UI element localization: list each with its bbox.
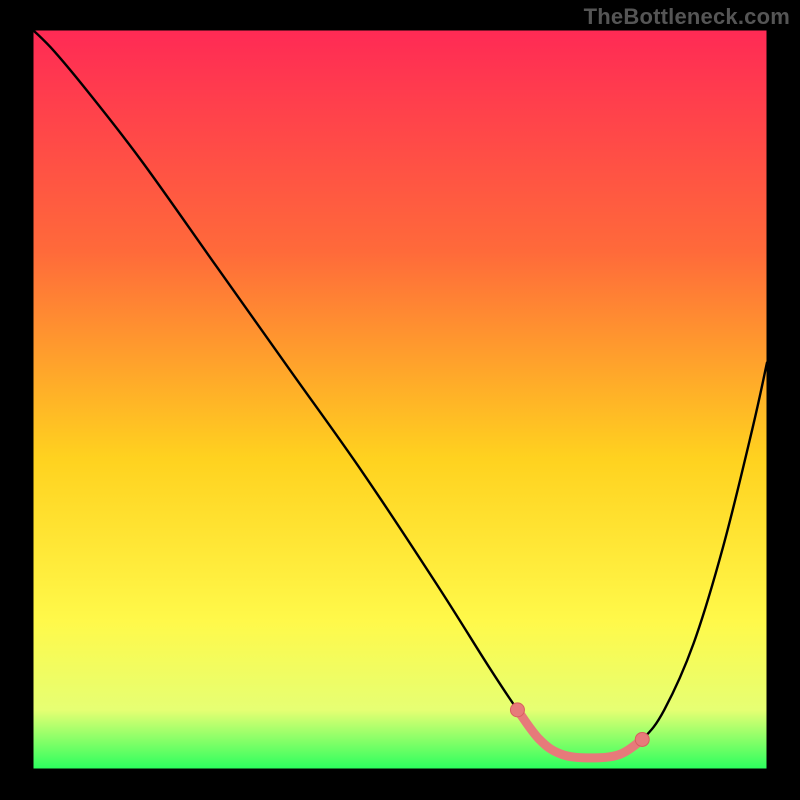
bottleneck-curve-plot xyxy=(0,0,800,800)
heatmap-background xyxy=(33,30,767,769)
chart-frame: TheBottleneck.com xyxy=(0,0,800,800)
watermark-text: TheBottleneck.com xyxy=(584,4,790,30)
optimal-point-0 xyxy=(510,703,524,717)
optimal-point-1 xyxy=(635,732,649,746)
